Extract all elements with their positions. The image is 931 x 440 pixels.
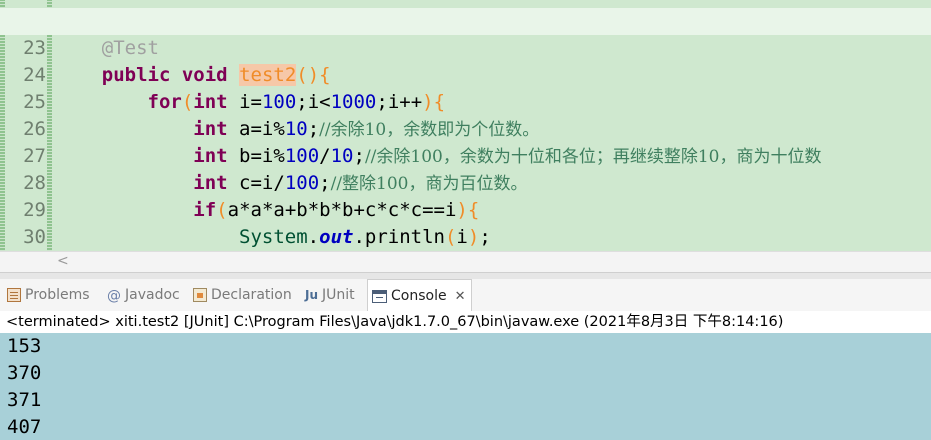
- declaration-icon: [193, 288, 207, 302]
- code-line[interactable]: 24 for(int i=100;i<1000;i++){: [0, 35, 931, 113]
- view-tab-bar: Problems @ Javadoc Declaration Ju JUnit …: [0, 279, 931, 312]
- code-line[interactable]: 27 int c=i/100;//整除100，商为百位数。: [0, 116, 931, 194]
- tab-label: Javadoc: [125, 287, 180, 303]
- code-line-current[interactable]: 23 public void test2(){: [0, 8, 931, 86]
- close-icon[interactable]: ✕: [455, 289, 466, 304]
- scroll-left-icon[interactable]: <: [57, 253, 69, 269]
- console-icon: [372, 289, 387, 303]
- tab-declaration[interactable]: Declaration: [193, 279, 292, 311]
- code-editor[interactable]: 22 @Test 23 public void test2(){ 24 for(…: [0, 0, 931, 272]
- tab-label: Console: [391, 288, 447, 304]
- tab-javadoc[interactable]: @ Javadoc: [107, 279, 180, 311]
- problems-icon: [7, 288, 21, 302]
- code-line[interactable]: 30 }: [0, 197, 931, 272]
- code-line[interactable]: 25 int a=i%10;//余除10，余数即为个位数。: [0, 62, 931, 140]
- console-output-line: 407: [7, 416, 42, 438]
- horizontal-scrollbar[interactable]: <: [0, 251, 931, 272]
- code-line[interactable]: 26 int b=i%100/10;//余除100，余数为十位和各位；再继续整除…: [0, 89, 931, 167]
- tab-junit[interactable]: Ju JUnit: [305, 279, 355, 311]
- console-status-line: <terminated> xiti.test2 [JUnit] C:\Progr…: [0, 311, 931, 333]
- console-output-line: 153: [7, 335, 42, 357]
- code-line[interactable]: 31 }: [0, 224, 931, 272]
- code-line[interactable]: 28 if(a*a*a+b*b*b+c*c*c==i){: [0, 143, 931, 221]
- code-line[interactable]: 29 System.out.println(i);: [0, 170, 931, 248]
- code-line[interactable]: 22 @Test: [0, 0, 931, 59]
- pane-divider[interactable]: [0, 272, 931, 279]
- tab-problems[interactable]: Problems: [7, 279, 90, 311]
- console-output-line: 371: [7, 389, 42, 411]
- tab-label: JUnit: [322, 287, 355, 303]
- console-output-line: 370: [7, 362, 42, 384]
- tab-label: Declaration: [211, 287, 292, 303]
- code-lines[interactable]: 22 @Test 23 public void test2(){ 24 for(…: [0, 0, 931, 272]
- javadoc-icon: @: [107, 288, 121, 304]
- tab-label: Problems: [25, 287, 90, 303]
- junit-icon: Ju: [305, 288, 319, 302]
- console-output[interactable]: 153 370 371 407: [0, 333, 931, 440]
- tab-console[interactable]: Console ✕: [367, 279, 473, 312]
